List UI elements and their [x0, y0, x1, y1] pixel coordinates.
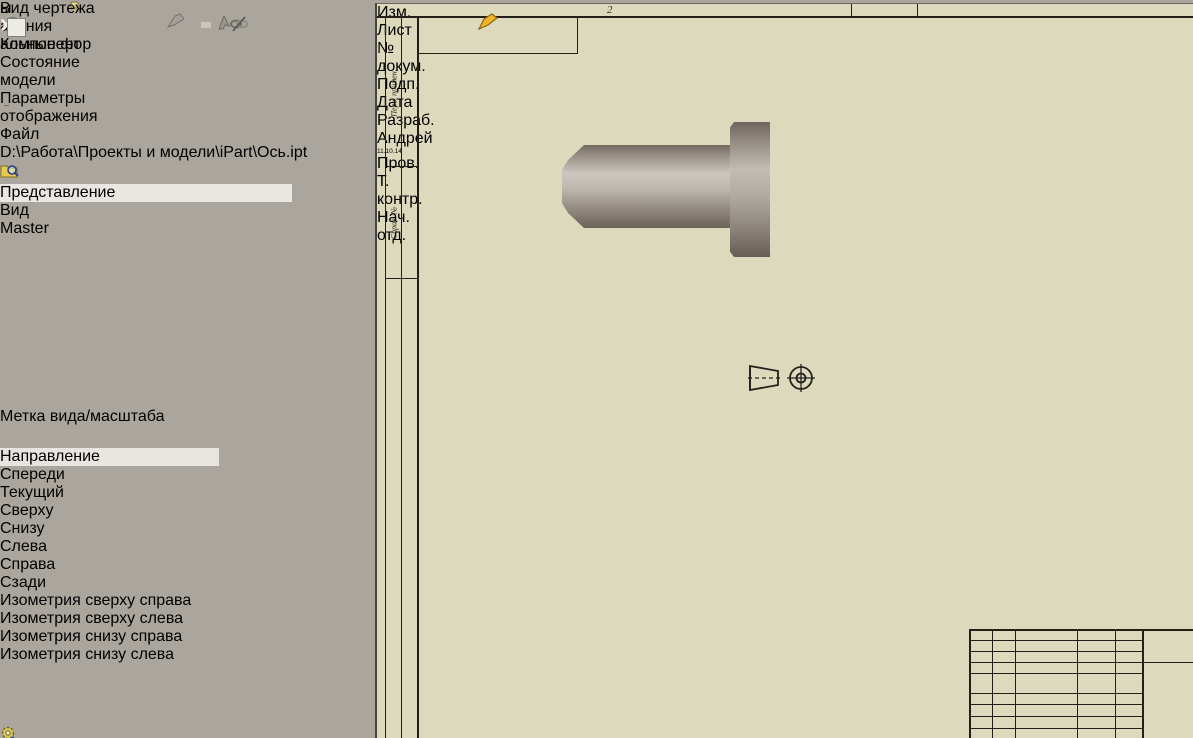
- tab-model-state[interactable]: Состояние модели: [0, 54, 120, 90]
- edit-pencil-icon[interactable]: [476, 13, 500, 30]
- gear-search-icon: [1, 726, 15, 738]
- disabled-swatch: [201, 22, 211, 28]
- frame-box-line: [577, 16, 578, 53]
- dialog-client-area: Компонент Состояние модели Параметры ото…: [0, 13, 815, 738]
- representation-listbox[interactable]: Master: [0, 220, 254, 401]
- direction-item[interactable]: Сзади: [0, 574, 209, 592]
- direction-item[interactable]: Снизу: [0, 520, 209, 538]
- shaft-small-cylinder: [562, 145, 735, 228]
- direction-item[interactable]: Текущий: [0, 484, 209, 502]
- direction-item[interactable]: Изометрия сверху справа: [0, 592, 209, 610]
- direction-item[interactable]: Изометрия снизу справа: [0, 628, 209, 646]
- zone-number: 2: [607, 4, 613, 16]
- shaft-large-cylinder: [768, 132, 940, 248]
- raster-view-icon: [166, 13, 185, 28]
- file-combobox[interactable]: D:\Работа\Проекты и модели\iPart\Ось.ipt: [0, 144, 571, 162]
- zone-tick: [851, 4, 852, 16]
- direction-item[interactable]: Сверху: [0, 502, 209, 520]
- direction-item[interactable]: Спереди: [0, 466, 209, 484]
- shaft-collar: [730, 122, 770, 257]
- file-label: Файл: [0, 126, 40, 143]
- direction-group-label: Направление: [0, 448, 219, 466]
- label-toggle-button[interactable]: [7, 18, 26, 37]
- direction-item[interactable]: Справа: [0, 556, 209, 574]
- tab-display-options[interactable]: Параметры отображения: [0, 90, 160, 126]
- tab-component[interactable]: Компонент: [0, 36, 81, 54]
- view-scale-group-label: Метка вида/масштаба: [0, 408, 165, 425]
- view-scale-group: Метка вида/масштаба: [0, 13, 571, 448]
- view-label: Вид: [0, 202, 29, 219]
- camera-view-button[interactable]: [0, 725, 571, 738]
- first-angle-projection-icon[interactable]: [748, 363, 824, 393]
- representation-group: Представление Вид Master: [0, 16, 292, 408]
- direction-item[interactable]: Изометрия снизу слева: [0, 646, 209, 664]
- folder-search-icon: [0, 165, 19, 178]
- direction-group: Направление Спереди Текущий Сверху Снизу…: [0, 448, 219, 725]
- direction-listbox[interactable]: Спереди Текущий Сверху Снизу Слева Справ…: [0, 466, 209, 713]
- browse-file-button[interactable]: [0, 162, 571, 184]
- application-window: 2 Перв. примен. Справ. № Изм. Лист Подп.…: [0, 0, 1193, 738]
- drawing-view-dialog: Вид чертежа Компонент Состояние модели П…: [0, 0, 815, 738]
- cursor-arrow-icon: [218, 14, 230, 30]
- file-path-value: D:\Работа\Проекты и модели\iPart\Ось.ipt: [0, 144, 308, 161]
- zone-tick: [917, 4, 918, 16]
- representation-group-label: Представление: [0, 184, 292, 202]
- representation-item-master[interactable]: Master: [0, 220, 254, 238]
- direction-item[interactable]: Слева: [0, 538, 209, 556]
- direction-item[interactable]: Изометрия сверху слева: [0, 610, 209, 628]
